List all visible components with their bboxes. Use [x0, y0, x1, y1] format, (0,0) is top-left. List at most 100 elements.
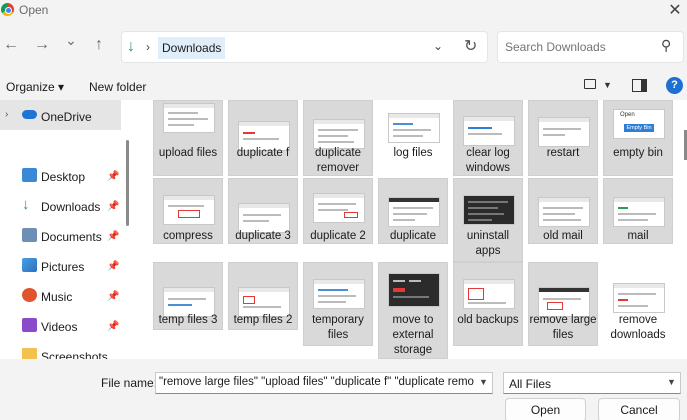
file-tile[interactable]: remove downloads — [603, 262, 673, 346]
cancel-button[interactable]: Cancel — [598, 398, 680, 420]
file-thumbnail — [463, 116, 515, 146]
window-title: Open — [19, 3, 49, 17]
up-arrow-icon[interactable]: ↑ — [89, 36, 109, 54]
sidebar-item-music[interactable]: Music 📌 — [0, 282, 121, 312]
sidebar-item-pictures[interactable]: Pictures 📌 — [0, 252, 121, 282]
file-name: duplicate f — [236, 147, 290, 159]
videos-icon — [22, 318, 37, 332]
address-dropdown-icon[interactable]: ⌄ — [433, 39, 443, 53]
back-arrow-icon[interactable]: ← — [1, 36, 21, 54]
file-tile[interactable]: restart — [528, 100, 598, 176]
file-name-combobox[interactable]: ▼ — [155, 372, 493, 394]
desktop-icon — [22, 168, 37, 182]
file-thumbnail — [313, 279, 365, 309]
breadcrumb-downloads[interactable]: Downloads — [158, 37, 226, 59]
recent-locations-chevron-icon[interactable]: ⌄ — [61, 32, 81, 49]
file-tile[interactable]: uninstall apps — [453, 178, 523, 262]
sidebar-item-documents[interactable]: Documents 📌 — [0, 222, 121, 252]
file-tile[interactable]: duplicate remover — [303, 100, 373, 176]
file-name: duplicate — [389, 230, 437, 242]
sidebar-item-downloads[interactable]: ↓ Downloads 📌 — [0, 192, 121, 222]
file-thumbnail — [313, 193, 365, 223]
onedrive-cloud-icon — [22, 110, 37, 119]
sidebar-item-label: Videos — [41, 320, 78, 334]
file-thumbnail — [538, 197, 590, 227]
address-bar[interactable]: ↓ › Downloads ⌄ ↻ — [121, 31, 488, 63]
music-icon — [22, 288, 37, 302]
file-tile[interactable]: compress — [153, 178, 223, 244]
file-tile[interactable]: temp files 3 — [153, 262, 223, 330]
pin-icon: 📌 — [107, 171, 120, 182]
file-name: move to external storage — [392, 314, 434, 356]
file-tile[interactable]: duplicate f — [228, 100, 298, 176]
file-name: compress — [163, 230, 213, 242]
file-name: duplicate 3 — [235, 230, 291, 242]
refresh-icon[interactable]: ↻ — [464, 36, 477, 56]
file-name: clear log windows — [465, 147, 511, 174]
file-tile[interactable]: old mail — [528, 178, 598, 244]
file-type-value: All Files — [509, 377, 552, 391]
open-button[interactable]: Open — [505, 398, 586, 420]
sidebar-item-label: Documents — [41, 230, 102, 244]
file-tile[interactable]: duplicate — [378, 178, 448, 244]
file-tile[interactable]: duplicate 3 — [228, 178, 298, 244]
file-name: empty bin — [613, 147, 663, 159]
sidebar-item-label: Pictures — [41, 260, 85, 274]
search-box[interactable]: ⚲ — [497, 31, 684, 63]
file-tile[interactable]: Open Empty Bin empty bin — [603, 100, 673, 176]
search-input[interactable] — [505, 40, 655, 54]
help-icon[interactable]: ? — [666, 77, 683, 94]
pin-icon: 📌 — [107, 321, 120, 332]
pin-icon: 📌 — [107, 201, 120, 212]
file-thumbnail — [313, 119, 365, 149]
navigation-bar: ← → ⌄ ↑ ↓ › Downloads ⌄ ↻ ⚲ — [0, 26, 687, 70]
file-tile[interactable]: temp files 2 — [228, 262, 298, 330]
sidebar-item-onedrive[interactable]: › OneDrive — [0, 100, 121, 130]
file-type-select[interactable]: All Files ▼ — [503, 372, 681, 394]
dialog-footer: File name: ▼ All Files ▼ Open Cancel — [0, 359, 687, 420]
sidebar-item-label: Music — [41, 290, 73, 304]
pin-icon: 📌 — [107, 231, 120, 242]
sidebar-item-desktop[interactable]: Desktop 📌 — [0, 162, 121, 192]
chevron-down-icon[interactable]: ▼ — [667, 377, 676, 387]
chevron-down-icon[interactable]: ▼ — [479, 377, 488, 387]
file-name: old mail — [543, 230, 583, 242]
thumb-text: Open — [620, 112, 635, 118]
sidebar-item-videos[interactable]: Videos 📌 — [0, 312, 121, 342]
file-name: log files — [393, 147, 433, 159]
file-name: temp files 2 — [233, 314, 293, 326]
file-tile[interactable]: temporary files — [303, 262, 373, 346]
thumb-button: Empty Bin — [624, 124, 654, 132]
sidebar-scrollbar[interactable] — [126, 140, 129, 226]
sidebar-item-label: OneDrive — [41, 110, 92, 124]
sidebar-item-screenshots[interactable]: Screenshots — [0, 342, 121, 359]
file-thumbnail — [163, 195, 215, 225]
file-thumbnail — [388, 113, 440, 143]
file-name-input[interactable] — [159, 376, 475, 388]
file-name-label: File name: — [101, 376, 158, 390]
file-name: duplicate remover — [314, 147, 362, 174]
file-tile[interactable]: upload files — [153, 100, 223, 176]
documents-icon — [22, 228, 37, 242]
preview-pane-icon[interactable] — [632, 79, 647, 92]
forward-arrow-icon[interactable]: → — [32, 36, 52, 54]
close-icon[interactable]: ✕ — [665, 0, 685, 20]
pin-icon: 📌 — [107, 261, 120, 272]
view-options-caret-icon[interactable]: ▼ — [603, 80, 612, 90]
file-tile[interactable]: old backups — [453, 262, 523, 346]
file-tile[interactable]: mail — [603, 178, 673, 244]
new-folder-button[interactable]: New folder — [89, 80, 146, 94]
organize-button[interactable]: Organize ▾ — [6, 80, 64, 94]
file-list: upload files duplicate f duplicate remov… — [132, 100, 687, 359]
folder-icon — [22, 348, 37, 359]
file-tile[interactable]: remove large files — [528, 262, 598, 346]
search-icon[interactable]: ⚲ — [661, 37, 671, 54]
file-tile[interactable]: move to external storage — [378, 262, 448, 359]
breadcrumb-separator[interactable]: › — [146, 40, 150, 54]
file-tile[interactable]: log files — [378, 100, 448, 176]
file-tile[interactable]: clear log windows — [453, 100, 523, 176]
file-thumbnail: Open Empty Bin — [613, 109, 665, 139]
view-options-icon[interactable] — [584, 79, 596, 89]
file-tile[interactable]: duplicate 2 — [303, 178, 373, 244]
expand-chevron-icon[interactable]: › — [5, 109, 8, 120]
